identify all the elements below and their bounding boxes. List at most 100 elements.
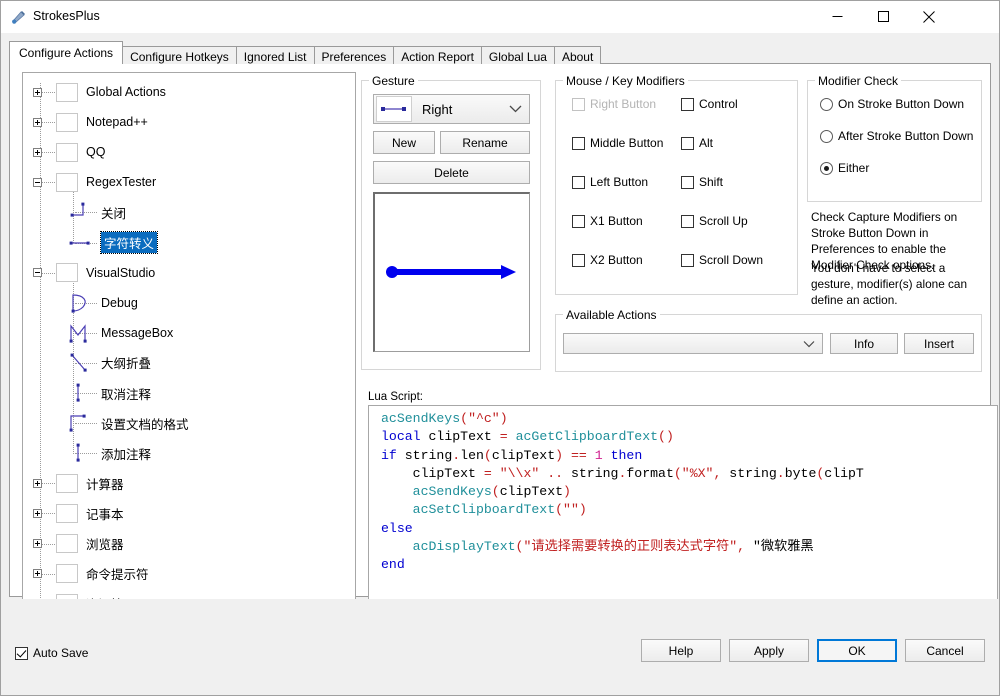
checkbox-box [681, 97, 694, 111]
cancel-button[interactable]: Cancel [905, 639, 985, 662]
tree-action-node[interactable]: 关闭 [67, 199, 126, 225]
lua-script-content: acSendKeys("^c") local clipText = acGetC… [381, 411, 864, 573]
tree-node-label: 记事本 [86, 507, 124, 522]
tab-configure-hotkeys[interactable]: Configure Hotkeys [122, 46, 237, 66]
radio-label: Either [838, 161, 870, 175]
tab-configure-actions[interactable]: Configure Actions [9, 41, 124, 64]
ok-button[interactable]: OK [817, 639, 897, 662]
tree-app-node[interactable]: 浏览器 [33, 531, 124, 557]
tree-node-label: Global Actions [86, 85, 166, 99]
close-icon[interactable] [906, 1, 952, 32]
tree-node-icon [56, 142, 78, 162]
tree-action-node[interactable]: Debug [67, 290, 138, 316]
tree-action-node[interactable]: 添加注释 [67, 440, 151, 466]
tree-app-node[interactable]: VisualStudio [33, 260, 155, 286]
tree-app-node[interactable]: QQ [33, 139, 105, 165]
tree-node-icon [67, 201, 93, 223]
application-action-tree[interactable]: Global Actions Notepad++ QQ RegexTester 关闭字符… [22, 72, 356, 623]
checkbox-box [572, 136, 585, 150]
tab-about[interactable]: About [553, 46, 602, 66]
app-icon [56, 172, 78, 192]
tab-ignored-list[interactable]: Ignored List [235, 46, 315, 66]
tree-app-node[interactable]: 记事本 [33, 500, 124, 526]
checkbox-label: X1 Button [590, 214, 643, 228]
checkbox-scroll-up[interactable]: Scroll Up [681, 214, 748, 228]
checkbox-label: Scroll Up [699, 214, 748, 228]
app-icon [56, 263, 78, 283]
gesture-right-icon [67, 232, 93, 254]
checkbox-label: Middle Button [590, 136, 664, 150]
app-icon [56, 142, 78, 162]
checkbox-box [572, 175, 585, 189]
tab-action-report[interactable]: Action Report [393, 46, 482, 66]
tree-action-node[interactable]: 字符转义 [67, 230, 159, 256]
tree-app-node[interactable]: Notepad++ [33, 109, 148, 135]
checkbox-shift[interactable]: Shift [681, 175, 723, 189]
tree-action-node[interactable]: 设置文档的格式 [67, 410, 189, 436]
apply-button[interactable]: Apply [729, 639, 809, 662]
checkbox-x1-button[interactable]: X1 Button [572, 214, 643, 228]
radio-circle [820, 97, 833, 111]
gesture-select-value: Right [422, 101, 453, 117]
help-button[interactable]: Help [641, 639, 721, 662]
expand-icon[interactable] [33, 539, 42, 548]
modifier-check-hint-2: You don't have to select a gesture, modi… [811, 261, 968, 307]
maximize-icon[interactable] [860, 1, 906, 32]
checkbox-left-button[interactable]: Left Button [572, 175, 648, 189]
expand-icon[interactable] [33, 147, 42, 157]
tree-node-icon [56, 82, 78, 102]
checkbox-x2-button[interactable]: X2 Button [572, 253, 643, 267]
lua-script-editor[interactable]: acSendKeys("^c") local clipText = acGetC… [368, 405, 998, 603]
available-actions-select[interactable] [563, 333, 823, 354]
checkbox-middle-button[interactable]: Middle Button [572, 136, 663, 150]
tab-preferences[interactable]: Preferences [313, 46, 395, 66]
collapse-icon[interactable] [33, 268, 42, 278]
tree-app-node[interactable]: RegexTester [33, 169, 156, 195]
gesture-new-button[interactable]: New [373, 131, 435, 154]
tree-app-node[interactable]: 计算器 [33, 470, 124, 496]
gesture-delete-button[interactable]: Delete [373, 161, 530, 184]
tab-list: Configure Actions Configure Hotkeys Ignore… [9, 41, 602, 66]
gesture-preview-canvas[interactable] [373, 192, 530, 352]
tree-node-label: Notepad++ [86, 115, 148, 130]
gesture-m-icon [67, 322, 93, 344]
tab-global-lua[interactable]: Global Lua [480, 46, 555, 66]
tree-node-label: MessageBox [101, 325, 174, 340]
checkbox-box [572, 253, 585, 267]
tree-action-node[interactable]: MessageBox [67, 320, 173, 346]
auto-save-label: Auto Save [33, 646, 89, 660]
expand-icon[interactable] [33, 478, 42, 488]
gesture-rename-button[interactable]: Rename [440, 131, 530, 154]
tree-action-node[interactable]: 大纲折叠 [67, 350, 151, 376]
tree-node-icon [67, 292, 93, 314]
gesture-diag-icon [67, 352, 93, 374]
expand-icon[interactable] [33, 569, 42, 579]
expand-icon[interactable] [33, 508, 42, 518]
radio-on-stroke-button-down[interactable]: On Stroke Button Down [820, 97, 964, 111]
tree-node-label: Debug [101, 295, 138, 310]
gesture-select[interactable]: Right [373, 94, 530, 124]
dialog-footer: Auto Save Help Apply OK Cancel [1, 599, 999, 695]
radio-circle [820, 161, 833, 175]
action-insert-button[interactable]: Insert [904, 333, 974, 354]
radio-after-stroke-button-down[interactable]: After Stroke Button Down [820, 129, 973, 143]
tree-app-node[interactable]: 命令提示符 [33, 561, 149, 587]
minimize-icon[interactable] [814, 1, 860, 32]
checkbox-label: Right Button [590, 97, 657, 111]
checkbox-control[interactable]: Control [681, 97, 738, 111]
radio-either[interactable]: Either [820, 161, 869, 175]
tree-node-label: 浏览器 [86, 538, 124, 552]
tree-node-label: 取消注释 [101, 387, 152, 402]
checkbox-alt[interactable]: Alt [681, 136, 713, 150]
auto-save-checkbox[interactable]: Auto Save [15, 646, 88, 660]
expand-icon[interactable] [33, 87, 42, 97]
expand-icon[interactable] [33, 117, 42, 127]
checkbox-scroll-down[interactable]: Scroll Down [681, 253, 763, 267]
gesture-group-title: Gesture [369, 74, 418, 88]
tree-action-node[interactable]: 取消注释 [67, 380, 151, 406]
lua-script-label: Lua Script: [368, 391, 423, 403]
radio-circle [820, 129, 833, 143]
action-info-button[interactable]: Info [830, 333, 898, 354]
tree-app-node[interactable]: Global Actions [33, 79, 166, 105]
collapse-icon[interactable] [33, 177, 42, 187]
